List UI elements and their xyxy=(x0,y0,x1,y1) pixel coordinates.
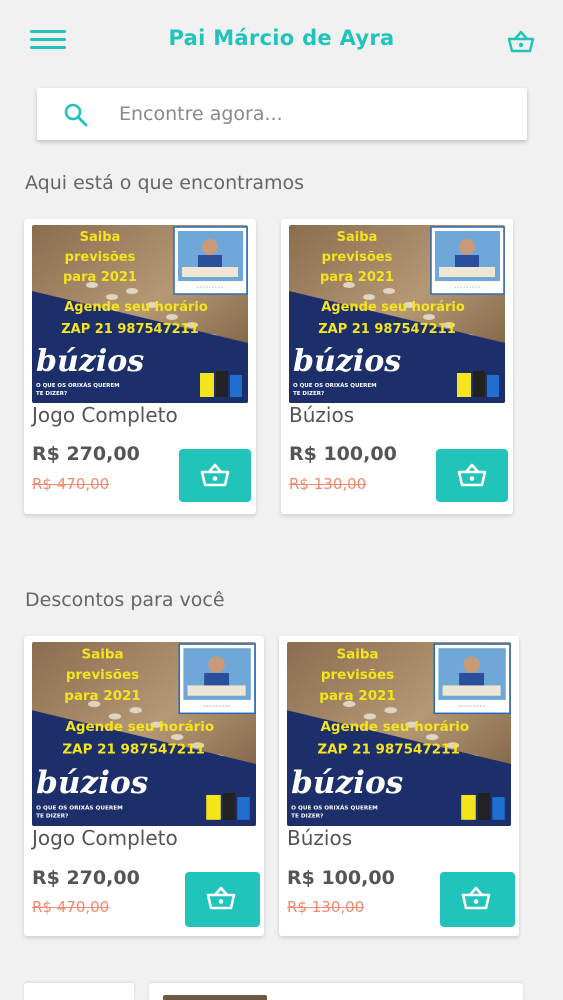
add-to-cart-button[interactable] xyxy=(179,449,251,502)
svg-text:◦◦◦◦◦◦◦◦◦: ◦◦◦◦◦◦◦◦◦ xyxy=(454,285,481,291)
product-old-price: R$ 470,00 xyxy=(32,898,110,916)
search-icon xyxy=(63,102,89,128)
add-to-cart-button[interactable] xyxy=(440,872,515,927)
product-card-partial[interactable] xyxy=(149,983,523,1000)
svg-text:ZAP 21 987547211: ZAP 21 987547211 xyxy=(61,322,199,337)
svg-text:Saiba: Saiba xyxy=(80,230,121,245)
product-old-price: R$ 470,00 xyxy=(32,475,110,493)
product-price: R$ 270,00 xyxy=(32,443,140,465)
product-image-partial xyxy=(163,995,267,1000)
search-input[interactable] xyxy=(119,88,509,140)
svg-text:◦◦◦◦◦◦◦◦◦: ◦◦◦◦◦◦◦◦◦ xyxy=(458,704,485,710)
product-name: Búzios xyxy=(289,403,355,427)
add-to-cart-button[interactable] xyxy=(436,449,508,502)
svg-text:Agende seu horário: Agende seu horário xyxy=(66,719,215,735)
shopping-basket-icon[interactable] xyxy=(506,30,536,54)
svg-text:previsões: previsões xyxy=(66,668,139,683)
product-name: Jogo Completo xyxy=(32,403,178,427)
product-price: R$ 270,00 xyxy=(32,867,140,889)
product-image: ◦◦◦◦◦◦◦◦◦ Saiba previsões para 2021 Agende s… xyxy=(287,642,511,826)
svg-text:Agende seu horário: Agende seu horário xyxy=(321,719,470,735)
svg-text:búzios: búzios xyxy=(293,344,401,379)
product-old-price: R$ 130,00 xyxy=(289,475,367,493)
basket-icon xyxy=(461,886,491,910)
product-card[interactable]: ◦◦◦◦◦◦◦◦◦ Saiba previsões para 2021 Agende s… xyxy=(279,636,519,936)
search-bar xyxy=(37,88,527,140)
basket-icon xyxy=(457,463,487,487)
svg-text:búzios: búzios xyxy=(36,765,148,801)
svg-text:TE DIZER?: TE DIZER? xyxy=(36,391,67,397)
app-header: Pai Márcio de Ayra xyxy=(0,0,563,80)
svg-text:◦◦◦◦◦◦◦◦◦: ◦◦◦◦◦◦◦◦◦ xyxy=(197,285,224,291)
svg-text:ZAP 21 987547211: ZAP 21 987547211 xyxy=(318,322,456,337)
svg-text:Saiba: Saiba xyxy=(337,230,378,245)
svg-text:Saiba: Saiba xyxy=(336,648,378,663)
product-price: R$ 100,00 xyxy=(287,867,395,889)
svg-text:TE DIZER?: TE DIZER? xyxy=(291,814,323,820)
svg-text:previsões: previsões xyxy=(65,250,136,265)
product-old-price: R$ 130,00 xyxy=(287,898,365,916)
svg-text:Saiba: Saiba xyxy=(81,648,123,663)
svg-text:para 2021: para 2021 xyxy=(63,270,137,285)
svg-text:búzios: búzios xyxy=(36,344,144,379)
product-card-partial[interactable] xyxy=(24,983,134,1000)
product-name: Búzios xyxy=(287,826,353,850)
svg-text:para 2021: para 2021 xyxy=(320,270,394,285)
app-title: Pai Márcio de Ayra xyxy=(168,26,395,50)
section-title-discounts: Descontos para você xyxy=(25,589,225,611)
product-card[interactable]: ◦◦◦◦◦◦◦◦◦ Saiba previsões para 2021 Agende s… xyxy=(24,636,264,936)
svg-text:TE DIZER?: TE DIZER? xyxy=(293,391,324,397)
product-card[interactable]: ◦◦◦◦◦◦◦◦◦ Saiba previsões para 2021 Agende s… xyxy=(24,219,256,514)
svg-text:previsões: previsões xyxy=(321,668,394,683)
svg-text:O QUE OS ORIXÁS QUEREM: O QUE OS ORIXÁS QUEREM xyxy=(293,382,377,389)
svg-text:O QUE OS ORIXÁS QUEREM: O QUE OS ORIXÁS QUEREM xyxy=(36,382,120,389)
product-name: Jogo Completo xyxy=(32,826,178,850)
product-image: ◦◦◦◦◦◦◦◦◦ Saiba previsões para 2021 Agende s… xyxy=(32,642,256,826)
basket-icon xyxy=(200,463,230,487)
product-price: R$ 100,00 xyxy=(289,443,397,465)
svg-text:para 2021: para 2021 xyxy=(64,689,141,704)
svg-text:Agende seu horário: Agende seu horário xyxy=(321,300,465,315)
svg-text:búzios: búzios xyxy=(291,765,403,801)
svg-text:TE DIZER?: TE DIZER? xyxy=(36,814,68,820)
svg-text:ZAP 21 987547211: ZAP 21 987547211 xyxy=(62,743,204,758)
product-image: ◦◦◦◦◦◦◦◦◦ Saiba previsões para 2021 Agende s… xyxy=(32,225,248,403)
svg-text:◦◦◦◦◦◦◦◦◦: ◦◦◦◦◦◦◦◦◦ xyxy=(203,704,230,710)
add-to-cart-button[interactable] xyxy=(185,872,260,927)
svg-text:ZAP 21 987547211: ZAP 21 987547211 xyxy=(317,743,459,758)
basket-icon xyxy=(206,886,236,910)
svg-text:O QUE OS ORIXÁS QUEREM: O QUE OS ORIXÁS QUEREM xyxy=(291,804,378,811)
svg-text:previsões: previsões xyxy=(322,250,393,265)
svg-text:para 2021: para 2021 xyxy=(319,689,396,704)
section-title-found: Aqui está o que encontramos xyxy=(25,172,305,194)
svg-text:O QUE OS ORIXÁS QUEREM: O QUE OS ORIXÁS QUEREM xyxy=(36,804,123,811)
product-card[interactable]: ◦◦◦◦◦◦◦◦◦ Saiba previsões para 2021 Agende s… xyxy=(281,219,513,514)
product-image: ◦◦◦◦◦◦◦◦◦ Saiba previsões para 2021 Agende s… xyxy=(289,225,505,403)
svg-text:Agende seu horário: Agende seu horário xyxy=(64,300,208,315)
